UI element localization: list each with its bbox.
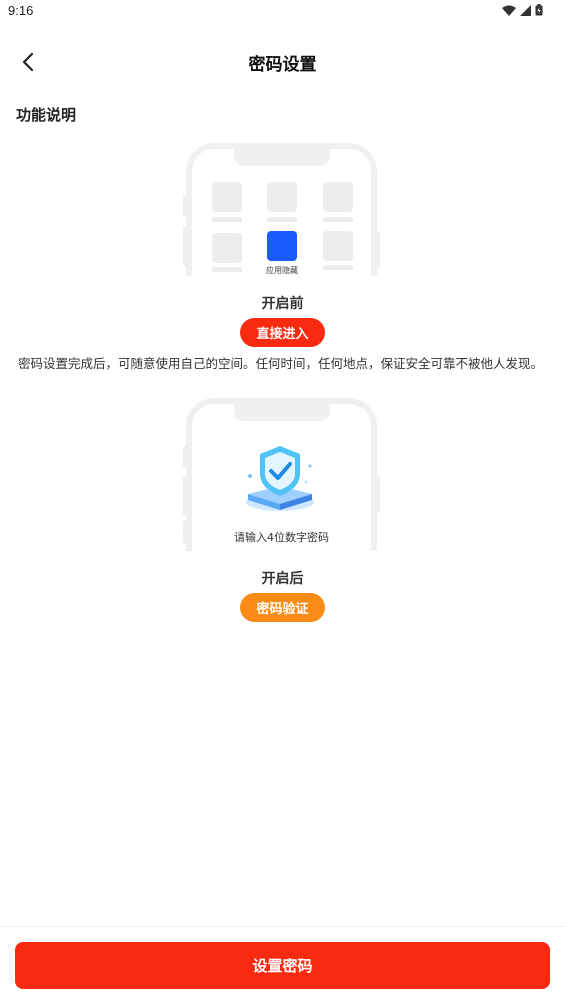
app-icon-placeholder (212, 182, 242, 212)
page-title: 密码设置 (248, 55, 317, 75)
hidden-app-icon (267, 231, 297, 261)
before-caption: 开启前 (261, 296, 304, 312)
app-icon-placeholder (267, 182, 297, 212)
phone-side-button (377, 476, 380, 512)
app-icon-placeholder (323, 182, 353, 212)
security-shield-icon (246, 446, 314, 511)
app-icon-placeholder (212, 233, 242, 263)
app-label-placeholder (323, 265, 353, 270)
after-caption: 开启后 (261, 571, 304, 587)
app-label-placeholder (212, 217, 242, 222)
feature-description: 密码设置完成后，可随意使用自己的空间。任何时间，任何地点，保证安全可靠不被他人发… (18, 356, 544, 371)
wifi-icon (502, 5, 516, 16)
nav-bar: 密码设置 (0, 40, 565, 84)
status-time: 9:16 (8, 3, 34, 18)
section-title: 功能说明 (16, 106, 77, 124)
battery-icon (535, 4, 543, 16)
password-prompt-text: 请输入4位数字密码 (234, 531, 329, 544)
app-icon-placeholder (323, 231, 353, 261)
phone-illustration-after: 请输入4位数字密码 (186, 398, 377, 551)
signal-icon (520, 4, 531, 16)
status-bar: 9:16 (0, 0, 565, 24)
hidden-app-label: 应用隐藏 (266, 266, 298, 275)
app-label-placeholder (323, 217, 353, 222)
direct-enter-badge: 直接进入 (240, 318, 325, 347)
phone-illustration-before: 应用隐藏 (186, 143, 377, 276)
phone-notch (233, 149, 330, 166)
password-verify-badge: 密码验证 (240, 593, 325, 622)
status-icons (502, 4, 543, 16)
phone-side-button (377, 232, 380, 268)
set-password-button[interactable]: 设置密码 (15, 942, 550, 989)
app-label-placeholder (267, 217, 297, 222)
app-label-placeholder (212, 267, 242, 272)
bottom-divider (0, 926, 565, 927)
phone-notch (233, 404, 330, 421)
